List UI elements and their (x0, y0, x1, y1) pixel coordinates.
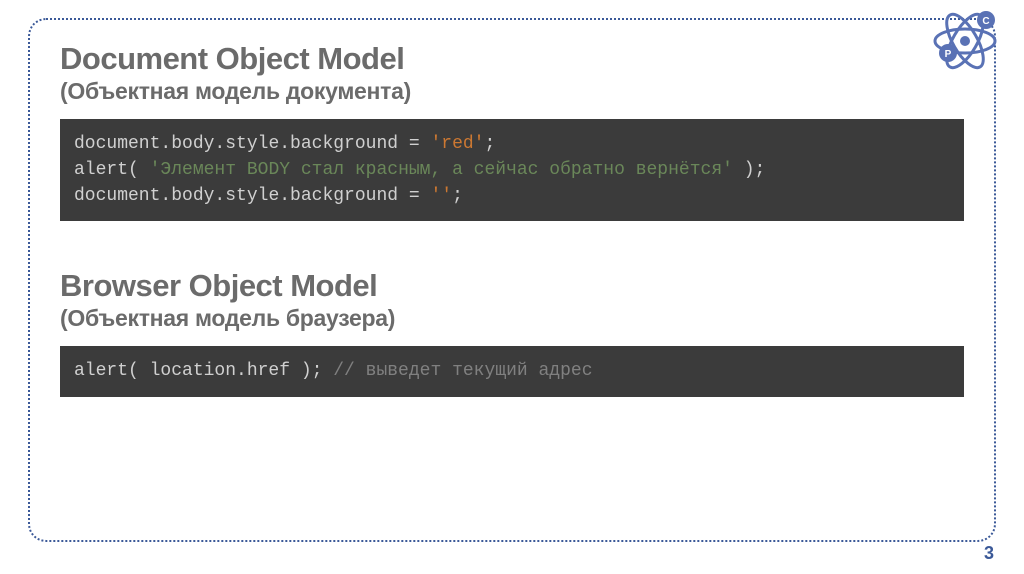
atom-logo: P С (930, 6, 1000, 76)
svg-text:P: P (945, 49, 952, 60)
section-bom: Browser Object Model (Объектная модель б… (60, 269, 964, 396)
bom-code-block: alert( location.href ); // выведет текущ… (60, 346, 964, 396)
dom-title: Document Object Model (60, 42, 964, 76)
svg-text:С: С (982, 16, 989, 27)
bom-subtitle: (Объектная модель браузера) (60, 305, 964, 332)
section-dom: Document Object Model (Объектная модель … (60, 42, 964, 221)
bom-title: Browser Object Model (60, 269, 964, 303)
dom-subtitle: (Объектная модель документа) (60, 78, 964, 105)
page-number: 3 (984, 543, 994, 564)
dom-code-block: document.body.style.background = 'red'; … (60, 119, 964, 221)
slide-content: Document Object Model (Объектная модель … (60, 42, 964, 397)
